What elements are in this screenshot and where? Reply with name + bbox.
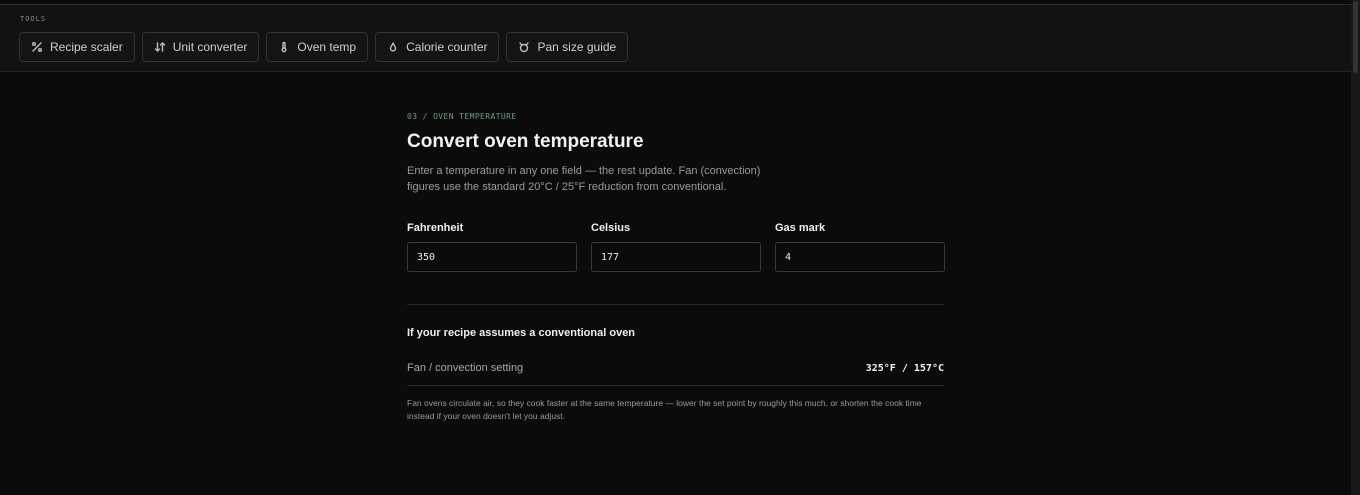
thermometer-icon: [278, 41, 290, 53]
fahrenheit-label: Fahrenheit: [407, 222, 464, 234]
fan-setting-value: 325°F / 157°C: [865, 362, 944, 374]
celsius-input[interactable]: [591, 242, 761, 272]
recipe-scaler-label: Recipe scaler: [50, 40, 123, 54]
pan-icon: [518, 41, 530, 53]
pan-size-guide-label: Pan size guide: [537, 40, 617, 54]
celsius-field-group: Celsius: [591, 222, 761, 272]
page: TOOLS Recipe scaler Unit converter Oven …: [0, 0, 1360, 495]
page-description: Enter a temperature in any one field — t…: [407, 165, 761, 193]
unit-converter-button[interactable]: Unit converter: [141, 32, 260, 62]
calorie-counter-button[interactable]: Calorie counter: [375, 32, 500, 62]
tools-row: Recipe scaler Unit converter Oven temp C…: [19, 32, 629, 62]
fahrenheit-input[interactable]: [407, 242, 577, 272]
gas-mark-label: Gas mark: [775, 222, 826, 234]
celsius-label: Celsius: [591, 222, 631, 234]
fan-setting-label: Fan / convection setting: [407, 362, 524, 374]
conventional-oven-heading: If your recipe assumes a conventional ov…: [407, 327, 636, 339]
tools-bar: TOOLS Recipe scaler Unit converter Oven …: [0, 5, 1351, 72]
gas-mark-input[interactable]: [775, 242, 945, 272]
fan-setting-row: Fan / convection setting 325°F / 157°C: [407, 362, 944, 386]
calorie-counter-label: Calorie counter: [406, 40, 488, 54]
gas-mark-field-group: Gas mark: [775, 222, 945, 272]
oven-temperature-panel: 03 / OVEN TEMPERATURE Convert oven tempe…: [407, 112, 945, 423]
percent-icon: [31, 41, 43, 53]
tools-label: TOOLS: [20, 15, 47, 23]
swap-arrows-icon: [154, 41, 166, 53]
page-title: Convert oven temperature: [407, 131, 644, 152]
flame-icon: [387, 41, 399, 53]
unit-converter-label: Unit converter: [172, 40, 248, 54]
fan-oven-note: Fan ovens circulate air, so they cook fa…: [407, 398, 922, 421]
section-eyebrow: 03 / OVEN TEMPERATURE: [407, 112, 517, 121]
pan-size-guide-button[interactable]: Pan size guide: [506, 32, 629, 62]
fahrenheit-field-group: Fahrenheit: [407, 222, 577, 272]
recipe-scaler-button[interactable]: Recipe scaler: [19, 32, 135, 62]
scrollbar-thumb[interactable]: [1353, 1, 1358, 73]
oven-temp-label: Oven temp: [297, 40, 357, 54]
temperature-fields: Fahrenheit Celsius Gas mark: [407, 222, 945, 272]
divider: [407, 304, 944, 305]
oven-temp-button[interactable]: Oven temp: [266, 32, 369, 62]
scrollbar[interactable]: [1351, 0, 1360, 495]
